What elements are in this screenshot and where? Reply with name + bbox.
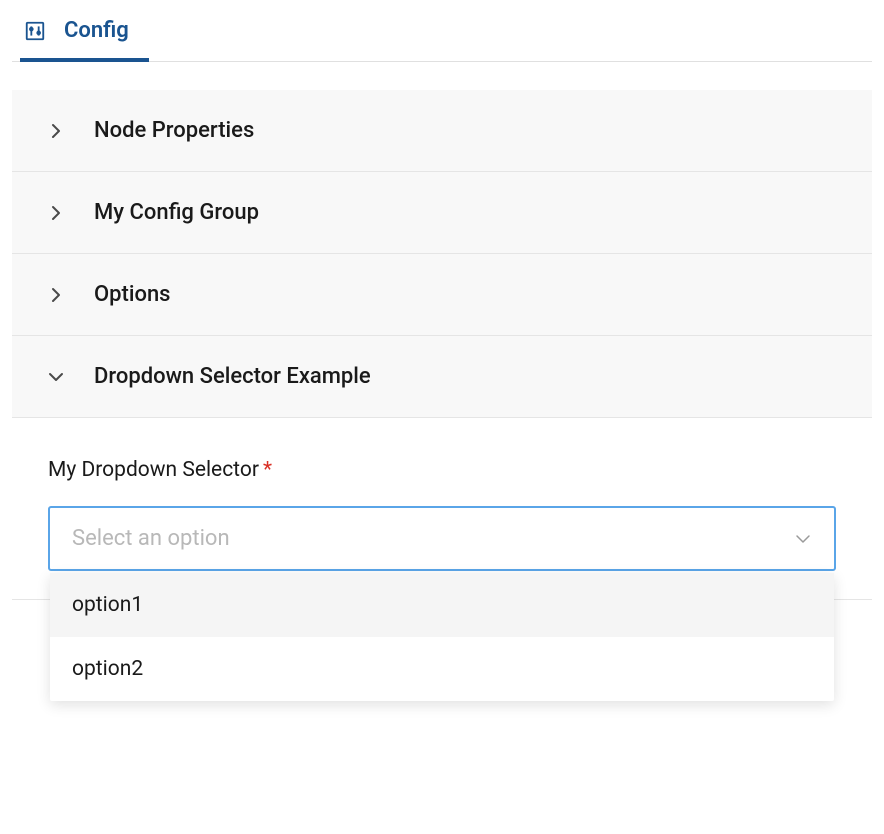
- chevron-right-icon: [48, 123, 64, 139]
- section-node-properties[interactable]: Node Properties: [12, 90, 872, 172]
- section-my-config-group[interactable]: My Config Group: [12, 172, 872, 254]
- chevron-right-icon: [48, 205, 64, 221]
- chevron-down-icon: [48, 369, 64, 385]
- chevron-right-icon: [48, 287, 64, 303]
- section-title: Options: [94, 282, 171, 307]
- required-indicator: *: [263, 458, 272, 482]
- section-options[interactable]: Options: [12, 254, 872, 336]
- section-body-dropdown-example: My Dropdown Selector* Select an option o…: [12, 418, 872, 600]
- section-title: My Config Group: [94, 200, 259, 225]
- chevron-down-icon: [794, 530, 812, 548]
- section-title: Node Properties: [94, 118, 254, 143]
- sliders-icon: [24, 20, 46, 42]
- config-panel: Config Node Properties My Config Group: [0, 0, 884, 600]
- section-dropdown-example[interactable]: Dropdown Selector Example: [12, 336, 872, 418]
- tab-label: Config: [64, 18, 129, 43]
- section-title: Dropdown Selector Example: [94, 364, 371, 389]
- field-label: My Dropdown Selector*: [48, 458, 836, 482]
- dropdown-menu: option1 option2: [50, 573, 834, 701]
- tab-bar: Config: [12, 0, 872, 62]
- sections-container: Node Properties My Config Group Options: [12, 90, 872, 600]
- dropdown-select[interactable]: Select an option option1 option2: [48, 506, 836, 571]
- dropdown-option[interactable]: option2: [50, 637, 834, 701]
- dropdown-placeholder: Select an option: [72, 526, 230, 551]
- dropdown-option[interactable]: option1: [50, 573, 834, 637]
- tab-config[interactable]: Config: [20, 0, 141, 61]
- field-label-text: My Dropdown Selector: [48, 458, 259, 482]
